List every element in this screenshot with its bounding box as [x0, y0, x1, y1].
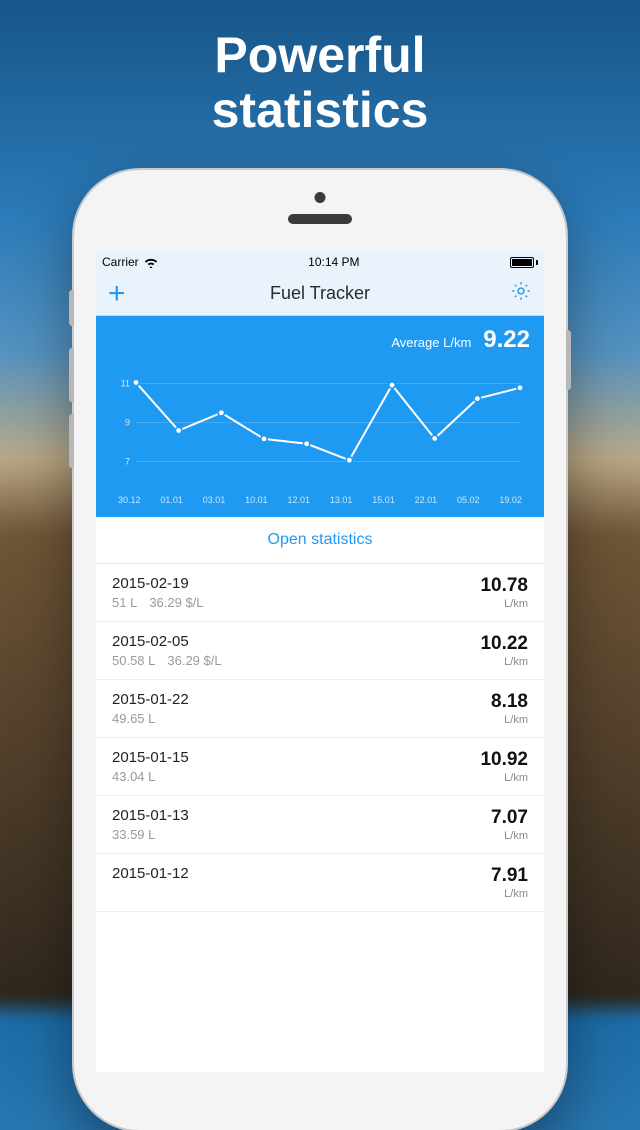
battery-icon	[510, 257, 538, 268]
chart-x-tick: 19.02	[499, 495, 522, 505]
entry-subtitle: 51 L36.29 $/L	[112, 595, 216, 610]
entry-subtitle: 49.65 L	[112, 711, 189, 726]
phone-side-button	[69, 348, 74, 402]
entry-subtitle: 43.04 L	[112, 769, 189, 784]
chart-x-tick: 12.01	[288, 495, 311, 505]
hero-line-1: Powerful	[0, 28, 640, 83]
entry-value: 8.18	[491, 691, 528, 713]
page-title: Fuel Tracker	[138, 283, 502, 304]
entry-date: 2015-02-05	[112, 633, 234, 650]
entry-date: 2015-02-19	[112, 575, 216, 592]
entry-unit: L/km	[480, 656, 528, 668]
svg-text:7: 7	[125, 457, 130, 467]
phone-earpiece	[288, 214, 352, 224]
gear-icon	[510, 289, 532, 306]
list-item[interactable]: 2015-01-22 49.65 L 8.18L/km	[96, 680, 544, 738]
phone-frame: Carrier 10:14 PM + Fuel Tracker	[74, 170, 566, 1130]
entries-list[interactable]: 2015-02-1951 L36.29 $/L10.78L/km2015-02-…	[96, 564, 544, 912]
phone-screen: Carrier 10:14 PM + Fuel Tracker	[96, 252, 544, 1072]
entry-value: 10.22	[480, 633, 528, 655]
entry-subtitle: 50.58 L36.29 $/L	[112, 653, 234, 668]
chart-x-tick: 30.12	[118, 495, 141, 505]
list-item[interactable]: 2015-01-13 33.59 L 7.07L/km	[96, 796, 544, 854]
entry-value: 10.78	[480, 575, 528, 597]
clock-label: 10:14 PM	[308, 255, 359, 269]
average-value: 9.22	[483, 326, 530, 354]
hero-line-2: statistics	[0, 83, 640, 138]
chart-x-tick: 01.01	[160, 495, 183, 505]
carrier-label: Carrier	[102, 255, 139, 269]
list-item[interactable]: 2015-01-15 43.04 L 10.92L/km	[96, 738, 544, 796]
phone-side-button	[69, 290, 74, 326]
hero-title: Powerful statistics	[0, 0, 640, 138]
entry-date: 2015-01-22	[112, 691, 189, 708]
chart-x-tick: 03.01	[203, 495, 226, 505]
chart-x-tick: 10.01	[245, 495, 268, 505]
entry-value: 10.92	[480, 749, 528, 771]
statusbar: Carrier 10:14 PM	[96, 252, 544, 272]
open-statistics-button[interactable]: Open statistics	[96, 517, 544, 564]
entry-subtitle: 33.59 L	[112, 827, 189, 842]
chart-x-tick: 05.02	[457, 495, 480, 505]
phone-camera	[315, 192, 326, 203]
phone-side-button	[69, 414, 74, 468]
line-chart: 7 9 11	[110, 360, 530, 485]
open-statistics-label: Open statistics	[268, 531, 373, 548]
entry-unit: L/km	[480, 598, 528, 610]
chart-panel: Average L/km 9.22 7 9 11 30.12 01.01 03.01 10…	[96, 316, 544, 517]
entry-date: 2015-01-13	[112, 807, 189, 824]
add-button[interactable]: +	[108, 279, 138, 309]
average-label: Average L/km	[391, 335, 471, 350]
entry-unit: L/km	[491, 714, 528, 726]
list-item[interactable]: 2015-02-19 51 L36.29 $/L 10.78L/km	[96, 564, 544, 622]
plus-icon: +	[108, 277, 126, 310]
svg-text:11: 11	[121, 379, 130, 389]
phone-power-button	[566, 330, 571, 390]
entry-unit: L/km	[480, 772, 528, 784]
navbar: + Fuel Tracker	[96, 272, 544, 316]
chart-x-tick: 13.01	[330, 495, 353, 505]
entry-date: 2015-01-12	[112, 865, 189, 882]
entry-unit: L/km	[491, 830, 528, 842]
chart-x-tick: 15.01	[372, 495, 395, 505]
entry-value: 7.91	[491, 865, 528, 887]
entry-unit: L/km	[491, 888, 528, 900]
wifi-icon	[144, 257, 158, 268]
svg-text:9: 9	[125, 418, 130, 428]
chart-x-tick: 22.01	[415, 495, 438, 505]
settings-button[interactable]	[502, 280, 532, 307]
list-item[interactable]: 2015-02-05 50.58 L36.29 $/L 10.22L/km	[96, 622, 544, 680]
entry-date: 2015-01-15	[112, 749, 189, 766]
entry-value: 7.07	[491, 807, 528, 829]
list-item[interactable]: 2015-01-12 7.91L/km	[96, 854, 544, 912]
chart-x-labels: 30.12 01.01 03.01 10.01 12.01 13.01 15.01 22.01…	[110, 495, 530, 505]
